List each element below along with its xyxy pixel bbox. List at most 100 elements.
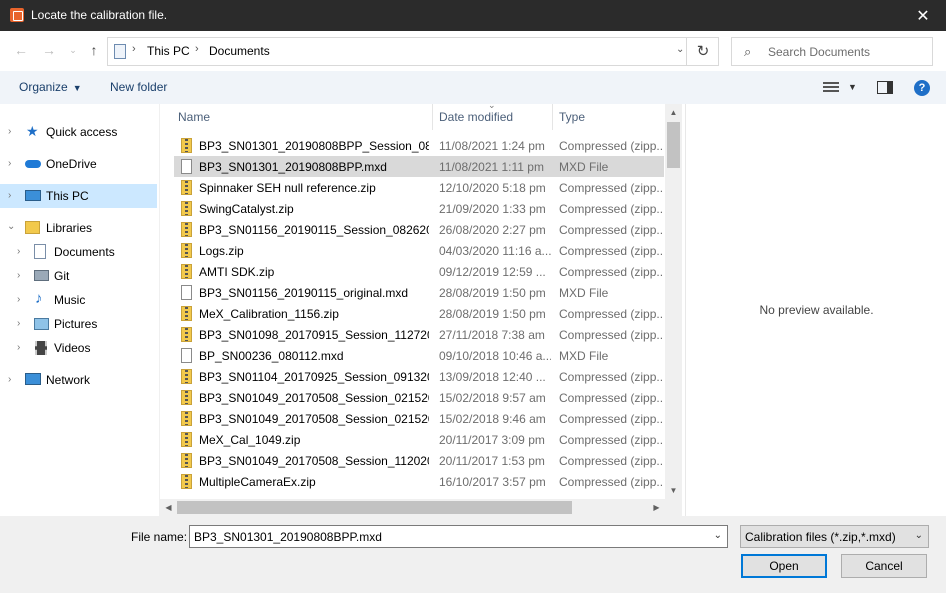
file-row[interactable]: Logs.zip 04/03/2020 11:16 a... Compressed … <box>174 240 664 261</box>
file-row[interactable]: BP3_SN01301_20190808BPP.mxd 11/08/2021 1:… <box>174 156 664 177</box>
file-type: Compressed (zipp... <box>559 370 663 384</box>
nav-item-music[interactable]: › ♪ Music <box>0 288 157 312</box>
column-divider[interactable] <box>432 104 433 130</box>
change-view-icon[interactable] <box>823 82 839 94</box>
expand-chevron-icon[interactable]: › <box>17 270 20 281</box>
file-row[interactable]: Spinnaker SEH null reference.zip 12/10/20… <box>174 177 664 198</box>
file-type: Compressed (zipp... <box>559 475 663 489</box>
file-row[interactable]: BP3_SN01156_20190115_Session_0826202... 2… <box>174 219 664 240</box>
nav-item-libraries[interactable]: ⌄ Libraries <box>0 216 157 240</box>
nav-item-label: Pictures <box>54 317 98 331</box>
nav-item-documents[interactable]: › Documents <box>0 240 157 264</box>
refresh-icon[interactable]: ↻ <box>686 38 719 65</box>
file-type: Compressed (zipp... <box>559 328 663 342</box>
expand-chevron-icon[interactable]: › <box>8 374 11 385</box>
nav-item-pictures[interactable]: › Pictures <box>0 312 157 336</box>
file-type-dropdown-icon[interactable]: ⌄ <box>915 530 923 541</box>
expand-chevron-icon[interactable]: › <box>17 342 20 353</box>
expand-chevron-icon[interactable]: › <box>8 158 11 169</box>
window-title: Locate the calibration file. <box>31 8 168 22</box>
vertical-scrollbar[interactable]: ▲ ▼ <box>665 104 682 499</box>
file-date-modified: 28/08/2019 1:50 pm <box>439 307 546 321</box>
file-list[interactable]: Name ⌄ Date modified Type BP3_SN01301_20… <box>160 104 685 516</box>
mxd-file-icon <box>181 348 192 363</box>
videos-icon <box>35 341 47 355</box>
file-row[interactable]: BP3_SN01301_20190808BPP_Session_0811... 1… <box>174 135 664 156</box>
expand-chevron-icon[interactable]: › <box>17 318 20 329</box>
breadcrumb-separator-icon[interactable]: › <box>132 43 136 55</box>
forward-arrow-icon[interactable]: → <box>40 41 58 59</box>
address-dropdown-icon[interactable]: ⌄ <box>676 44 684 55</box>
scroll-right-arrow-icon[interactable]: ▶ <box>648 499 665 516</box>
file-row[interactable]: BP3_SN01049_20170508_Session_1120201... 2… <box>174 450 664 471</box>
nav-item-git[interactable]: › Git <box>0 264 157 288</box>
breadcrumb-documents[interactable]: Documents <box>209 44 270 58</box>
nav-item-this-pc[interactable]: › This PC <box>0 184 157 208</box>
file-row[interactable]: BP3_SN01104_20170925_Session_0913201... 1… <box>174 366 664 387</box>
close-button[interactable]: ✕ <box>900 0 946 31</box>
expand-chevron-icon[interactable]: › <box>8 190 11 201</box>
file-name-input[interactable] <box>194 529 699 545</box>
horizontal-scroll-thumb[interactable] <box>177 501 572 514</box>
file-row[interactable]: SwingCatalyst.zip 21/09/2020 1:33 pm Compr… <box>174 198 664 219</box>
organize-button[interactable]: Organize ▼ <box>19 80 82 94</box>
search-input[interactable] <box>768 43 928 61</box>
file-row[interactable]: BP3_SN01049_20170508_Session_0215201... 1… <box>174 408 664 429</box>
file-date-modified: 12/10/2020 5:18 pm <box>439 181 546 195</box>
breadcrumb-this-pc[interactable]: This PC <box>147 44 190 58</box>
nav-item-label: Network <box>46 373 91 387</box>
nav-item-label: Documents <box>54 245 115 259</box>
zip-folder-icon <box>181 369 192 384</box>
search-box[interactable]: ⌕ <box>731 37 933 66</box>
nav-item-onedrive[interactable]: › OneDrive <box>0 152 157 176</box>
file-type-filter[interactable]: Calibration files (*.zip,*.mxd) ⌄ <box>740 525 929 548</box>
open-button[interactable]: Open <box>741 554 827 578</box>
file-name: BP3_SN01104_20170925_Session_0913201... <box>199 370 429 384</box>
nav-item-label: Videos <box>54 341 91 355</box>
file-row[interactable]: MeX_Calibration_1156.zip 28/08/2019 1:50 … <box>174 303 664 324</box>
file-row[interactable]: BP3_SN01098_20170915_Session_1127201... 2… <box>174 324 664 345</box>
command-bar: Organize ▼ New folder ▼ ? <box>0 71 946 104</box>
column-header-name[interactable]: Name <box>178 110 210 124</box>
scroll-left-arrow-icon[interactable]: ◀ <box>160 499 177 516</box>
breadcrumb-separator-icon[interactable]: › <box>195 43 199 55</box>
expand-chevron-icon[interactable]: › <box>17 294 20 305</box>
up-arrow-icon[interactable]: ↑ <box>85 41 103 59</box>
file-row[interactable]: MultipleCameraEx.zip 16/10/2017 3:57 pm Co… <box>174 471 664 492</box>
column-header-type[interactable]: Type <box>559 110 585 124</box>
scroll-down-arrow-icon[interactable]: ▼ <box>665 482 682 499</box>
horizontal-scrollbar[interactable]: ◀ ▶ <box>160 499 665 516</box>
file-name: MeX_Calibration_1156.zip <box>199 307 339 321</box>
organize-label: Organize <box>19 80 68 94</box>
file-type: Compressed (zipp... <box>559 454 663 468</box>
column-header-date-modified[interactable]: Date modified <box>439 110 513 124</box>
file-name: SwingCatalyst.zip <box>199 202 294 216</box>
file-name-combobox[interactable]: ⌄ <box>189 525 728 548</box>
address-bar[interactable]: › This PC › Documents ⌄ ↻ <box>107 37 719 66</box>
file-row[interactable]: MeX_Cal_1049.zip 20/11/2017 3:09 pm Compre… <box>174 429 664 450</box>
zip-folder-icon <box>181 306 192 321</box>
cancel-button[interactable]: Cancel <box>841 554 927 578</box>
expand-chevron-icon[interactable]: › <box>8 126 11 137</box>
scroll-up-arrow-icon[interactable]: ▲ <box>665 104 682 121</box>
preview-pane-icon[interactable] <box>877 81 893 94</box>
recent-locations-chevron-icon[interactable]: ⌄ <box>64 41 82 59</box>
column-divider[interactable] <box>552 104 553 130</box>
nav-item-quick-access[interactable]: › ★ Quick access <box>0 120 157 144</box>
file-row[interactable]: BP3_SN01049_20170508_Session_0215201... 1… <box>174 387 664 408</box>
file-row[interactable]: BP_SN00236_080112.mxd 09/10/2018 10:46 a.… <box>174 345 664 366</box>
back-arrow-icon[interactable]: ← <box>12 41 30 59</box>
file-row[interactable]: AMTI SDK.zip 09/12/2019 12:59 ... Compress… <box>174 261 664 282</box>
new-folder-button[interactable]: New folder <box>110 80 167 94</box>
file-row[interactable]: BP3_SN01156_20190115_original.mxd 28/08/2… <box>174 282 664 303</box>
nav-item-videos[interactable]: › Videos <box>0 336 157 360</box>
nav-item-network[interactable]: › Network <box>0 368 157 392</box>
collapse-chevron-icon[interactable]: ⌄ <box>7 221 15 232</box>
libraries-icon <box>25 221 40 234</box>
expand-chevron-icon[interactable]: › <box>17 246 20 257</box>
help-icon[interactable]: ? <box>914 80 930 96</box>
file-date-modified: 20/11/2017 1:53 pm <box>439 454 545 468</box>
view-options-dropdown-icon[interactable]: ▼ <box>848 82 857 92</box>
vertical-scroll-thumb[interactable] <box>667 122 680 168</box>
file-name-dropdown-icon[interactable]: ⌄ <box>714 530 722 541</box>
